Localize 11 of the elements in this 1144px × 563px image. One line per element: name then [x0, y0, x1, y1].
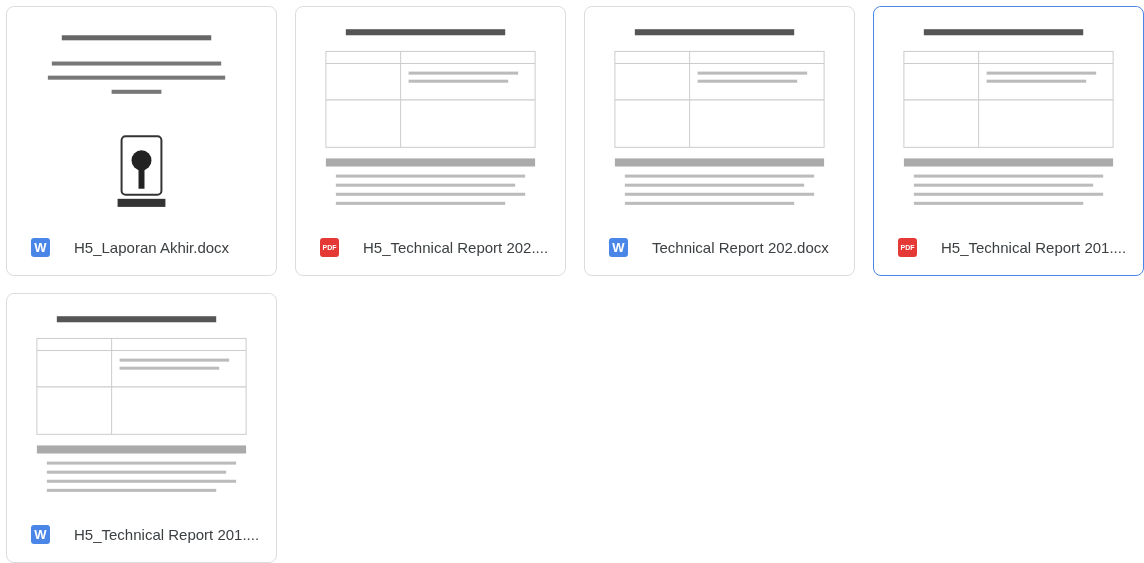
file-name: H5_Technical Report 201.... — [941, 238, 1127, 256]
file-card[interactable]: W H5_Laporan Akhir.docx — [6, 6, 277, 276]
file-name: H5_Technical Report 202.... — [363, 238, 549, 256]
file-card[interactable]: W H5_Technical Report 201.... — [6, 293, 277, 563]
word-file-icon: W — [31, 237, 50, 257]
word-file-icon: W — [31, 524, 50, 544]
file-name: H5_Technical Report 201.... — [74, 525, 260, 543]
file-name: H5_Laporan Akhir.docx — [74, 238, 230, 256]
word-file-icon: W — [609, 237, 628, 257]
file-card[interactable]: W Technical Report 202.docx — [584, 6, 855, 276]
file-name: Technical Report 202.docx — [652, 238, 829, 256]
